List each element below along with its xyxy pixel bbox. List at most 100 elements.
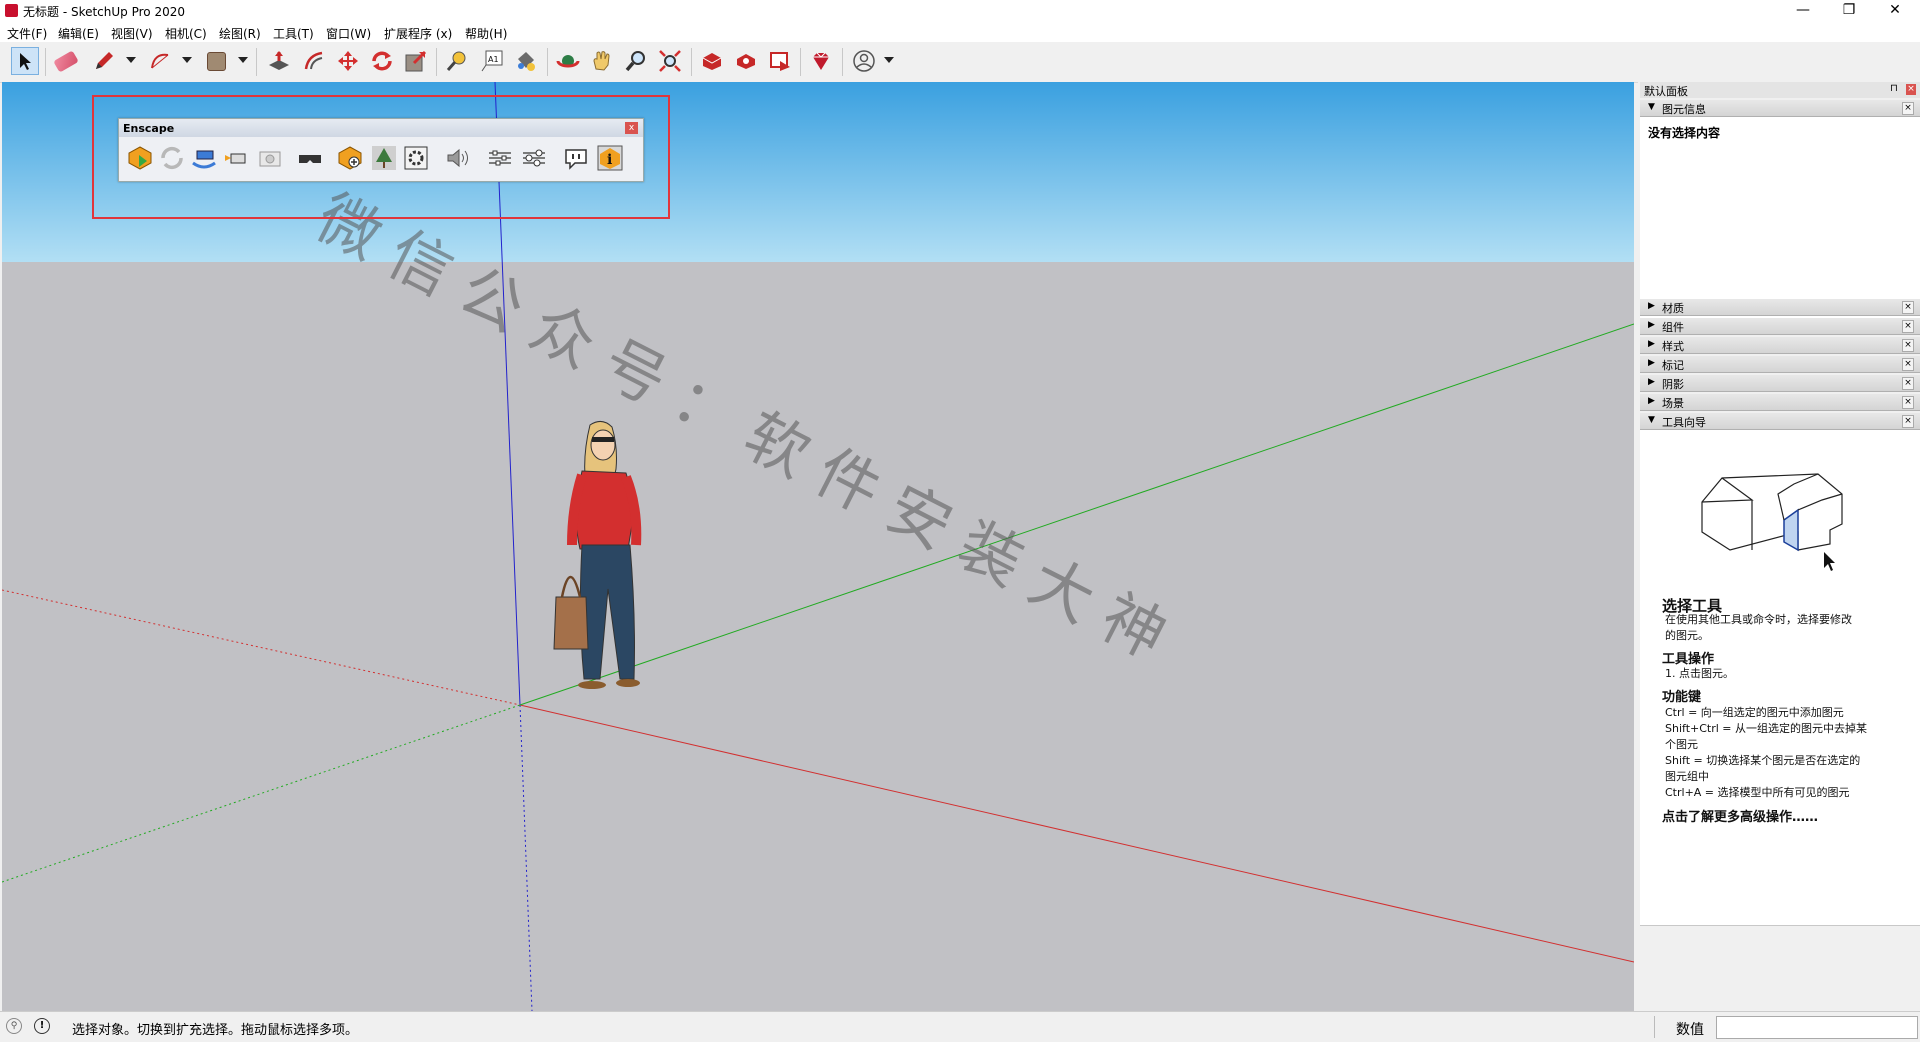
- scale-tool-button[interactable]: [402, 47, 430, 75]
- account-button[interactable]: [850, 47, 878, 75]
- panel-close-icon[interactable]: ×: [1902, 396, 1914, 409]
- blue-axis-hidden: [519, 704, 533, 1011]
- select-icon: [20, 53, 31, 70]
- tape-measure-icon: [446, 51, 466, 71]
- status-text: 选择对象。切换到扩充选择。拖动鼠标选择多项。: [72, 1023, 359, 1038]
- pan-tool-button[interactable]: [588, 47, 616, 75]
- guide-key-6: Ctrl+A = 选择模型中所有可见的图元: [1665, 786, 1850, 799]
- guide-key-3: 个图元: [1665, 738, 1698, 751]
- red-axis-hidden: [2, 589, 521, 706]
- zoom-extents-tool-button[interactable]: [656, 47, 684, 75]
- measurements-input[interactable]: [1716, 1016, 1918, 1039]
- tray-close-icon[interactable]: ×: [1906, 84, 1916, 95]
- expand-arrow-icon: ▶: [1648, 339, 1655, 349]
- layout-button[interactable]: [766, 47, 794, 75]
- text-tool-button[interactable]: A1: [478, 47, 506, 75]
- rectangle-tool-button[interactable]: [202, 47, 230, 75]
- orbit-tool-button[interactable]: [554, 47, 582, 75]
- move-icon: [338, 51, 358, 71]
- restore-button[interactable]: ❐: [1826, 0, 1872, 22]
- components-panel-header[interactable]: ▶ 组件 ×: [1640, 318, 1920, 335]
- 3d-warehouse-button[interactable]: [698, 47, 726, 75]
- panel-close-icon[interactable]: ×: [1902, 301, 1914, 314]
- menu-edit[interactable]: 编辑(E): [58, 25, 99, 42]
- expand-arrow-icon: ▶: [1648, 320, 1655, 330]
- menu-help[interactable]: 帮助(H): [465, 25, 507, 42]
- expand-arrow-icon: ▶: [1648, 396, 1655, 406]
- menu-bar: 文件(F) 编辑(E) 视图(V) 相机(C) 绘图(R) 工具(T) 窗口(W…: [0, 22, 1920, 42]
- arc-tool-button[interactable]: [146, 47, 174, 75]
- expand-arrow-icon: ▶: [1648, 377, 1655, 387]
- model-viewport[interactable]: 微信公众号：软件安装大神 Enscape x i: [2, 82, 1634, 1011]
- warehouse-icon: [702, 53, 722, 70]
- measurements-label: 数值: [1676, 1022, 1704, 1038]
- materials-panel-header[interactable]: ▶ 材质 ×: [1640, 299, 1920, 316]
- push-pull-icon: [269, 51, 289, 70]
- extension-warehouse-button[interactable]: [732, 47, 760, 75]
- entity-info-header[interactable]: ▼ 图元信息 ×: [1640, 100, 1920, 117]
- menu-draw[interactable]: 绘图(R): [219, 25, 261, 42]
- account-icon: [853, 50, 875, 72]
- panel-close-icon[interactable]: ×: [1902, 320, 1914, 333]
- green-axis-hidden: [2, 704, 521, 883]
- close-button[interactable]: ✕: [1872, 0, 1918, 22]
- sketchup-app-icon: [5, 4, 18, 17]
- instructor-panel-header[interactable]: ▼ 工具向导 ×: [1640, 413, 1920, 430]
- pencil-tool-button[interactable]: [90, 47, 118, 75]
- menu-window[interactable]: 窗口(W): [326, 25, 371, 42]
- highlight-box: [92, 95, 670, 219]
- panel-close-icon[interactable]: ×: [1902, 358, 1914, 371]
- collapse-arrow-icon: ▼: [1648, 102, 1655, 112]
- menu-view[interactable]: 视图(V): [111, 25, 153, 42]
- status-bar: ⚲ ! 选择对象。切换到扩充选择。拖动鼠标选择多项。 数值: [0, 1011, 1920, 1042]
- offset-tool-button[interactable]: [300, 47, 328, 75]
- expand-arrow-icon: ▶: [1648, 301, 1655, 311]
- menu-tools[interactable]: 工具(T): [273, 25, 314, 42]
- panel-close-icon[interactable]: ×: [1902, 377, 1914, 390]
- ruby-console-button[interactable]: [807, 47, 835, 75]
- pan-icon: [593, 51, 610, 71]
- default-tray: 默认面板 ⊓ × ▼ 图元信息 × 没有选择内容 ▶ 材质 × ▶ 组件 × ▶ 样式 × …: [1638, 82, 1920, 1011]
- menu-extensions[interactable]: 扩展程序 (x): [384, 25, 452, 42]
- paint-bucket-tool-button[interactable]: [512, 47, 540, 75]
- pin-icon[interactable]: ⊓: [1890, 83, 1898, 94]
- zoom-tool-button[interactable]: [622, 47, 650, 75]
- window-title: 无标题 - SketchUp Pro 2020: [23, 5, 185, 19]
- guide-key-5: 图元组中: [1665, 770, 1709, 783]
- guide-more-link[interactable]: 点击了解更多高级操作……: [1662, 810, 1818, 826]
- tape-measure-tool-button[interactable]: [443, 47, 471, 75]
- rotate-tool-button[interactable]: [368, 47, 396, 75]
- panel-close-icon[interactable]: ×: [1902, 102, 1914, 115]
- zoom-extents-icon: [659, 50, 681, 72]
- no-selection-text: 没有选择内容: [1648, 126, 1721, 140]
- paint-bucket-icon: [518, 52, 535, 71]
- minimize-button[interactable]: —: [1780, 0, 1826, 22]
- menu-file[interactable]: 文件(F): [7, 25, 47, 42]
- entity-info-body: 没有选择内容: [1640, 117, 1920, 329]
- geo-location-icon[interactable]: ⚲: [6, 1018, 22, 1034]
- move-tool-button[interactable]: [334, 47, 362, 75]
- green-axis: [519, 323, 1634, 706]
- shadows-panel-header[interactable]: ▶ 阴影 ×: [1640, 375, 1920, 392]
- offset-icon: [304, 51, 323, 70]
- extension-warehouse-icon: [737, 54, 755, 69]
- select-tool-illustration: [1701, 473, 1843, 571]
- panel-close-icon[interactable]: ×: [1902, 339, 1914, 352]
- push-pull-tool-button[interactable]: [265, 47, 293, 75]
- layout-icon: [770, 52, 790, 71]
- scale-figure[interactable]: [542, 417, 660, 709]
- menu-camera[interactable]: 相机(C): [165, 25, 207, 42]
- guide-key-2: Shift+Ctrl = 从一组选定的图元中去掉某: [1665, 722, 1868, 735]
- expand-arrow-icon: ▶: [1648, 358, 1655, 368]
- select-tool-button[interactable]: [11, 47, 39, 75]
- info-icon[interactable]: !: [34, 1018, 50, 1034]
- styles-panel-header[interactable]: ▶ 样式 ×: [1640, 337, 1920, 354]
- panel-close-icon[interactable]: ×: [1902, 415, 1914, 428]
- scenes-panel-header[interactable]: ▶ 场景 ×: [1640, 394, 1920, 411]
- orbit-icon: [556, 55, 580, 68]
- ruby-icon: [813, 52, 829, 70]
- tags-panel-header[interactable]: ▶ 标记 ×: [1640, 356, 1920, 373]
- pencil-icon: [96, 52, 113, 69]
- eraser-tool-button[interactable]: [52, 47, 80, 75]
- zoom-icon: [625, 51, 645, 72]
